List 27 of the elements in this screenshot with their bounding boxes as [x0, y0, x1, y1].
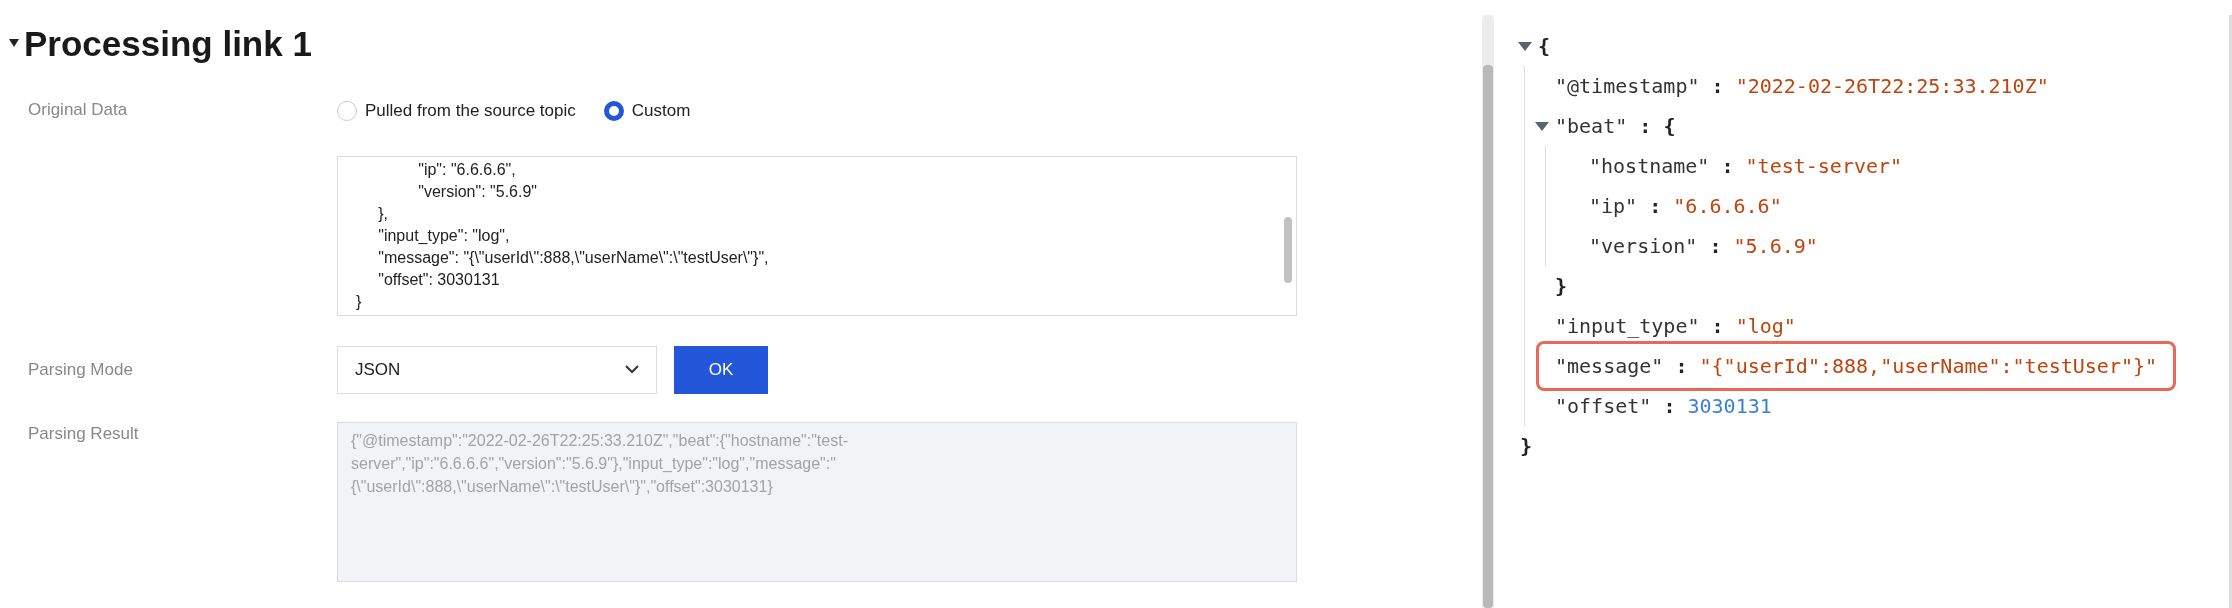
field-label: Parsing Result: [27, 422, 140, 445]
json-brace: {: [1538, 33, 1551, 60]
expand-triangle-icon[interactable]: [1518, 41, 1532, 51]
section-title: Processing link 1: [24, 25, 312, 61]
parsing-mode-select[interactable]: JSON: [337, 345, 657, 394]
radio-option[interactable]: Pulled from the source topic: [337, 98, 576, 124]
json-brace: }: [1520, 433, 1534, 460]
chevron-down-icon: [625, 365, 639, 374]
scrollbar-thumb[interactable]: [1284, 216, 1292, 283]
field-label: Original Data: [27, 99, 129, 121]
radio-option[interactable]: Custom: [603, 98, 691, 124]
json-line: "offset" : 3030131: [1555, 393, 1772, 420]
json-editor[interactable]: "ip": "6.6.6.6", "version": "5.6.9" }, "input_type": "log", "message": "{\"userId\":888,\"userName\":\"testUser\"}", "offset": 3030131 }: [337, 155, 1297, 316]
ok-button[interactable]: OK: [674, 345, 768, 394]
json-line: "version" : "5.6.9": [1589, 233, 1818, 260]
expand-triangle-icon[interactable]: [1535, 121, 1549, 131]
json-line: "message" : "{"userId":888,"userName":"testUser"}": [1555, 353, 2158, 380]
json-brace: }: [1555, 273, 1569, 300]
json-line: "@timestamp" : "2022-02-26T22:25:33.210Z": [1555, 73, 2049, 100]
collapse-triangle-icon[interactable]: [8, 38, 20, 48]
field-label: Parsing Mode: [27, 358, 134, 381]
json-line: "input_type" : "log": [1555, 313, 1796, 340]
json-line: "hostname" : "test-server": [1589, 153, 1903, 180]
scrollbar-thumb[interactable]: [1483, 65, 1493, 608]
json-line: "beat" : {: [1555, 113, 1676, 140]
json-line: "ip" : "6.6.6.6": [1589, 193, 1782, 220]
editor-text: "ip": "6.6.6.6", "version": "5.6.9" }, "input_type": "log", "message": "{\"userId\":888,\"userName\":\"testUser\"}", "offset": 3030131 }: [356, 159, 769, 312]
